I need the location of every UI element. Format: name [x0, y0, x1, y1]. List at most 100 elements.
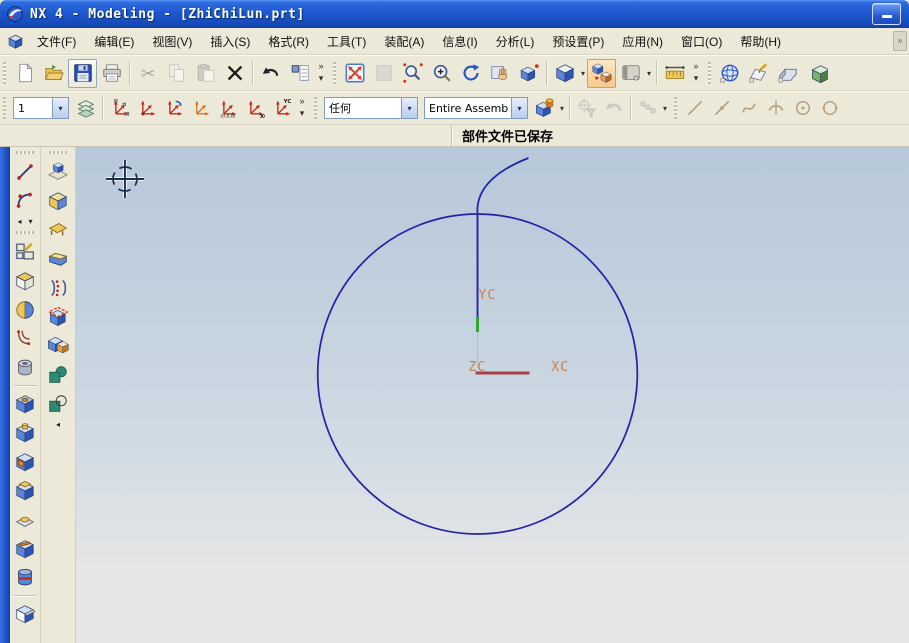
- shell-tool-button[interactable]: [11, 599, 40, 628]
- sketch-tool-button[interactable]: [11, 237, 40, 266]
- menu-application[interactable]: 应用(N): [613, 29, 672, 54]
- wcs-rotate-button[interactable]: [160, 95, 187, 122]
- toolbar-grip[interactable]: [49, 151, 67, 154]
- perspective-button[interactable]: [514, 59, 543, 88]
- copy-button[interactable]: [162, 59, 191, 88]
- assembly-context-button[interactable]: [587, 59, 616, 88]
- bounded-plane-tool-button[interactable]: [44, 215, 73, 244]
- shaded-display-dropdown[interactable]: ▾: [579, 69, 587, 78]
- groove-tool-button[interactable]: [11, 563, 40, 592]
- wcs-yc-button[interactable]: YC: [268, 95, 295, 122]
- clip-section-button[interactable]: [616, 59, 645, 88]
- toolbar-grip[interactable]: [314, 97, 317, 119]
- menu-window[interactable]: 窗口(O): [672, 29, 731, 54]
- wcs-orient-button[interactable]: [187, 95, 214, 122]
- snap-point-on-line-button[interactable]: [708, 95, 735, 122]
- measure-button[interactable]: [660, 59, 689, 88]
- toolbar-grip[interactable]: [674, 97, 677, 119]
- scope-filter-combo[interactable]: Entire Assemb▾: [424, 97, 528, 119]
- rotate-button[interactable]: [456, 59, 485, 88]
- wcs-xc-button[interactable]: XC: [241, 95, 268, 122]
- work-layer-combo[interactable]: 1▾: [13, 97, 69, 119]
- menubar-overflow-button[interactable]: »: [893, 31, 907, 51]
- layer-settings-button[interactable]: [72, 95, 99, 122]
- graphics-window[interactable]: YC ZC XC: [76, 147, 909, 643]
- datum-plane-tool-button[interactable]: [44, 157, 73, 186]
- graphics-canvas[interactable]: YC ZC XC: [76, 147, 909, 643]
- subtract-tool-button[interactable]: [44, 389, 73, 418]
- menu-view[interactable]: 视图(V): [143, 29, 201, 54]
- snap-circle-button[interactable]: [816, 95, 843, 122]
- emboss-tool-button[interactable]: [11, 505, 40, 534]
- toolbar-grip[interactable]: [3, 97, 6, 119]
- menu-preferences[interactable]: 预设置(P): [543, 29, 613, 54]
- new-button[interactable]: [10, 59, 39, 88]
- menu-tools[interactable]: 工具(T): [318, 29, 375, 54]
- through-curves-tool-button[interactable]: [44, 273, 73, 302]
- toolbar-collapse-button[interactable]: ◂: [41, 418, 75, 430]
- trim-body-tool-button[interactable]: [44, 302, 73, 331]
- zoom-region-button[interactable]: [398, 59, 427, 88]
- snap-center-button[interactable]: [789, 95, 816, 122]
- menu-help[interactable]: 帮助(H): [731, 29, 790, 54]
- split-body-tool-button[interactable]: [44, 331, 73, 360]
- revolve-tool-button[interactable]: [11, 295, 40, 324]
- type-filter-combo-dropdown[interactable]: ▾: [401, 98, 417, 118]
- toolbar-grip[interactable]: [16, 151, 34, 154]
- spline-curve[interactable]: [477, 158, 528, 214]
- snap-point-filter-button[interactable]: [573, 95, 600, 122]
- sweep-tool-button[interactable]: [11, 324, 40, 353]
- child-window-icon[interactable]: [7, 33, 24, 50]
- work-layer-combo-dropdown[interactable]: ▾: [52, 98, 68, 118]
- toolbar-overflow-button[interactable]: »▾: [314, 56, 328, 90]
- tube-tool-button[interactable]: [11, 353, 40, 382]
- undo-button[interactable]: [256, 59, 285, 88]
- toolbar-grip[interactable]: [333, 62, 336, 84]
- menu-insert[interactable]: 插入(S): [201, 29, 259, 54]
- menu-information[interactable]: 信息(I): [433, 29, 486, 54]
- wcs-origin-button[interactable]: [133, 95, 160, 122]
- sketch-app-button[interactable]: [744, 59, 773, 88]
- shaded-display-button[interactable]: [550, 59, 579, 88]
- toolbar-overflow-button[interactable]: »▾: [295, 92, 309, 124]
- fit-button[interactable]: [340, 59, 369, 88]
- partial-app-button[interactable]: [802, 59, 831, 88]
- toolbar-grip[interactable]: [708, 62, 711, 84]
- line-tool-button[interactable]: [11, 157, 40, 186]
- sheetmetal-app-button[interactable]: [773, 59, 802, 88]
- cut-button[interactable]: ✂: [133, 59, 162, 88]
- menu-assemblies[interactable]: 装配(A): [375, 29, 433, 54]
- wcs-absolute-button[interactable]: (0,0,0): [214, 95, 241, 122]
- journal-button[interactable]: [285, 59, 314, 88]
- menu-file[interactable]: 文件(F): [28, 29, 85, 54]
- gateway-app-button[interactable]: [715, 59, 744, 88]
- pan-button[interactable]: [485, 59, 514, 88]
- arc-tool-button[interactable]: [11, 186, 40, 215]
- snap-quadrant-button[interactable]: [762, 95, 789, 122]
- toolbar-grip[interactable]: [3, 62, 6, 84]
- deselect-undo-button[interactable]: [600, 95, 627, 122]
- extrude-frame-tool-button[interactable]: [11, 266, 40, 295]
- chain-curves-dropdown[interactable]: ▾: [661, 104, 669, 113]
- toolbar-collapse-button[interactable]: ◂▾: [10, 215, 40, 227]
- chain-curves-button[interactable]: [634, 95, 661, 122]
- boss-tool-button[interactable]: [11, 418, 40, 447]
- zoom-button[interactable]: [427, 59, 456, 88]
- snap-curve-button[interactable]: [735, 95, 762, 122]
- title-bar[interactable]: NX 4 - Modeling - [ZhiChiLun.prt]: [0, 0, 909, 28]
- save-button[interactable]: [68, 59, 97, 88]
- open-button[interactable]: [39, 59, 68, 88]
- print-button[interactable]: [97, 59, 126, 88]
- minimize-button[interactable]: [872, 3, 901, 25]
- block-tool-button[interactable]: [44, 244, 73, 273]
- clip-section-dropdown[interactable]: ▾: [645, 69, 653, 78]
- paste-button[interactable]: [191, 59, 220, 88]
- wcs-dynamics-button[interactable]: [106, 95, 133, 122]
- scope-filter-combo-dropdown[interactable]: ▾: [511, 98, 527, 118]
- toolbar-overflow-button[interactable]: »▾: [689, 56, 703, 90]
- zoom-box-button[interactable]: [369, 59, 398, 88]
- delete-button[interactable]: [220, 59, 249, 88]
- extrude-solid-tool-button[interactable]: [44, 186, 73, 215]
- snap-line-button[interactable]: [681, 95, 708, 122]
- pad-tool-button[interactable]: [11, 476, 40, 505]
